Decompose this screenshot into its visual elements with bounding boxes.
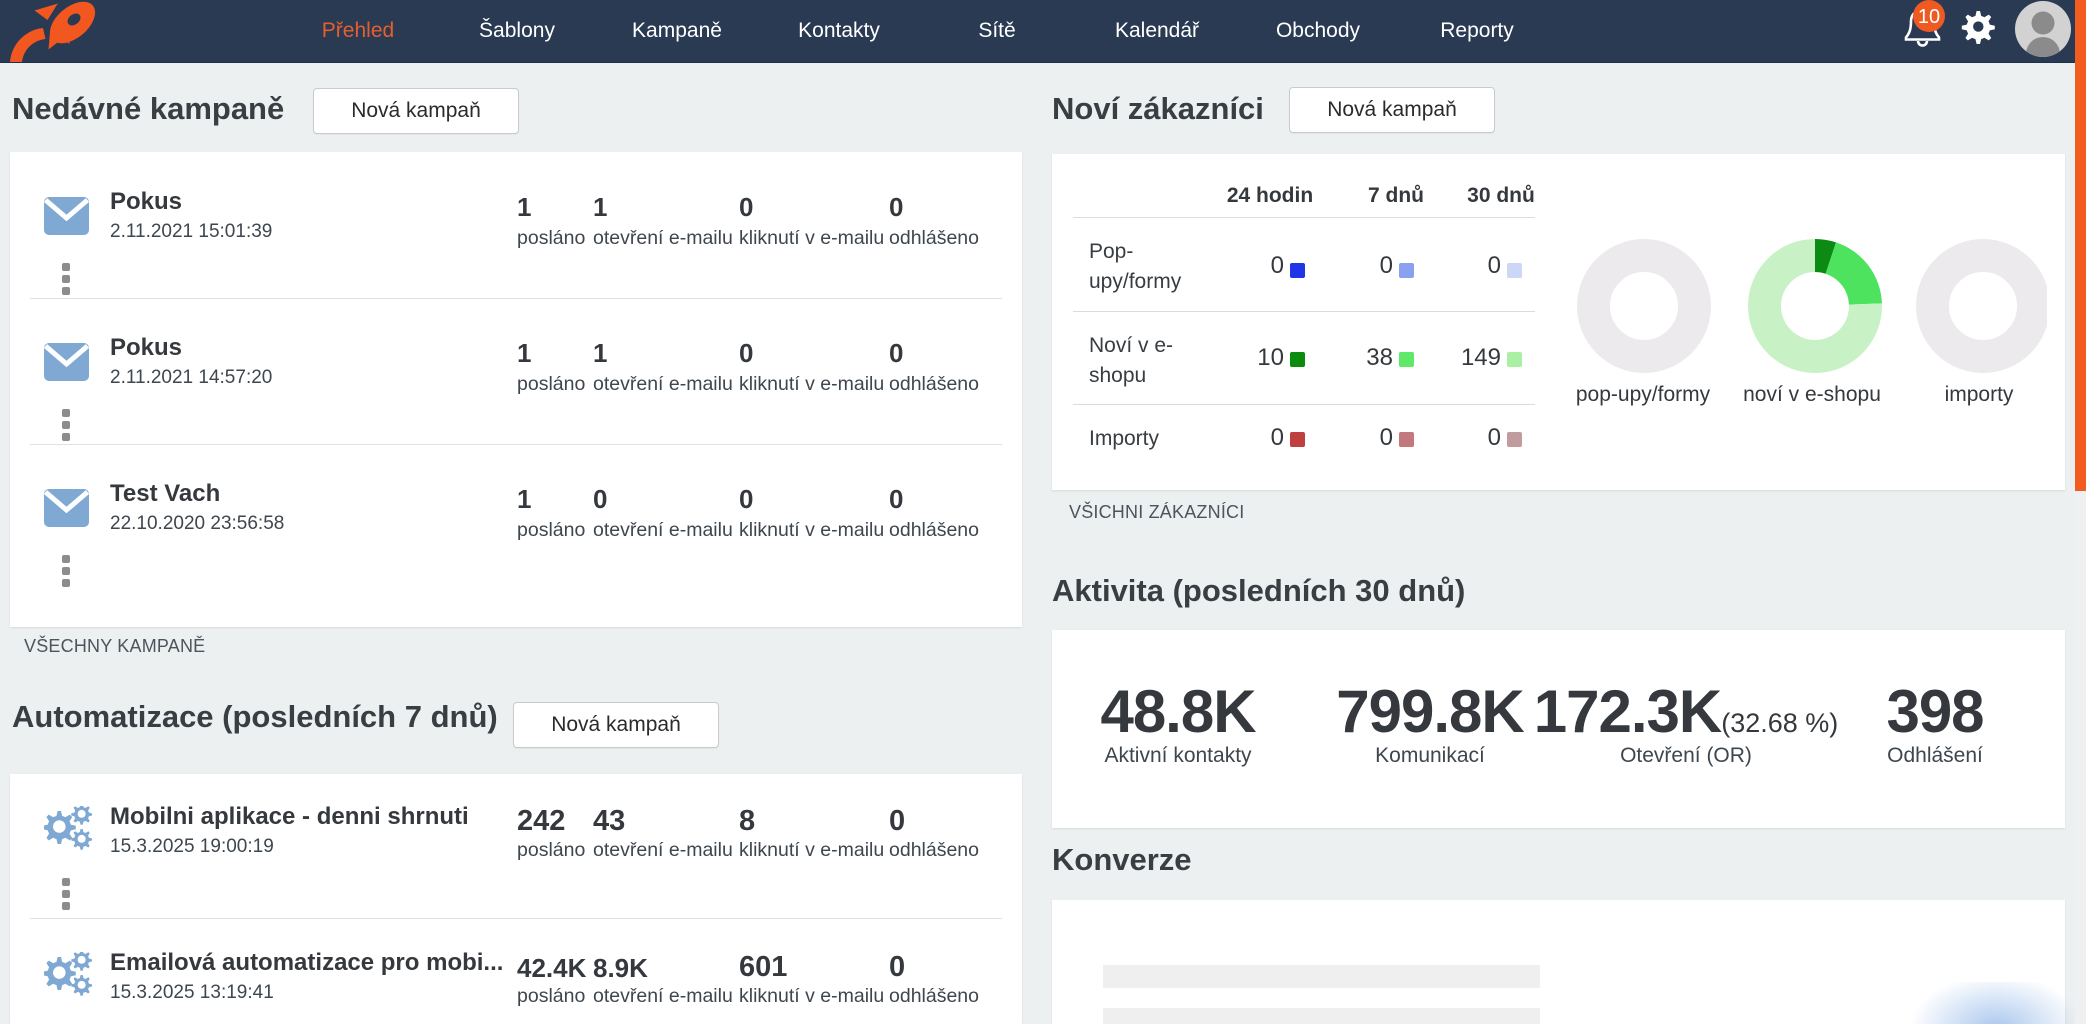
svg-text:10: 10 <box>1918 6 1940 28</box>
